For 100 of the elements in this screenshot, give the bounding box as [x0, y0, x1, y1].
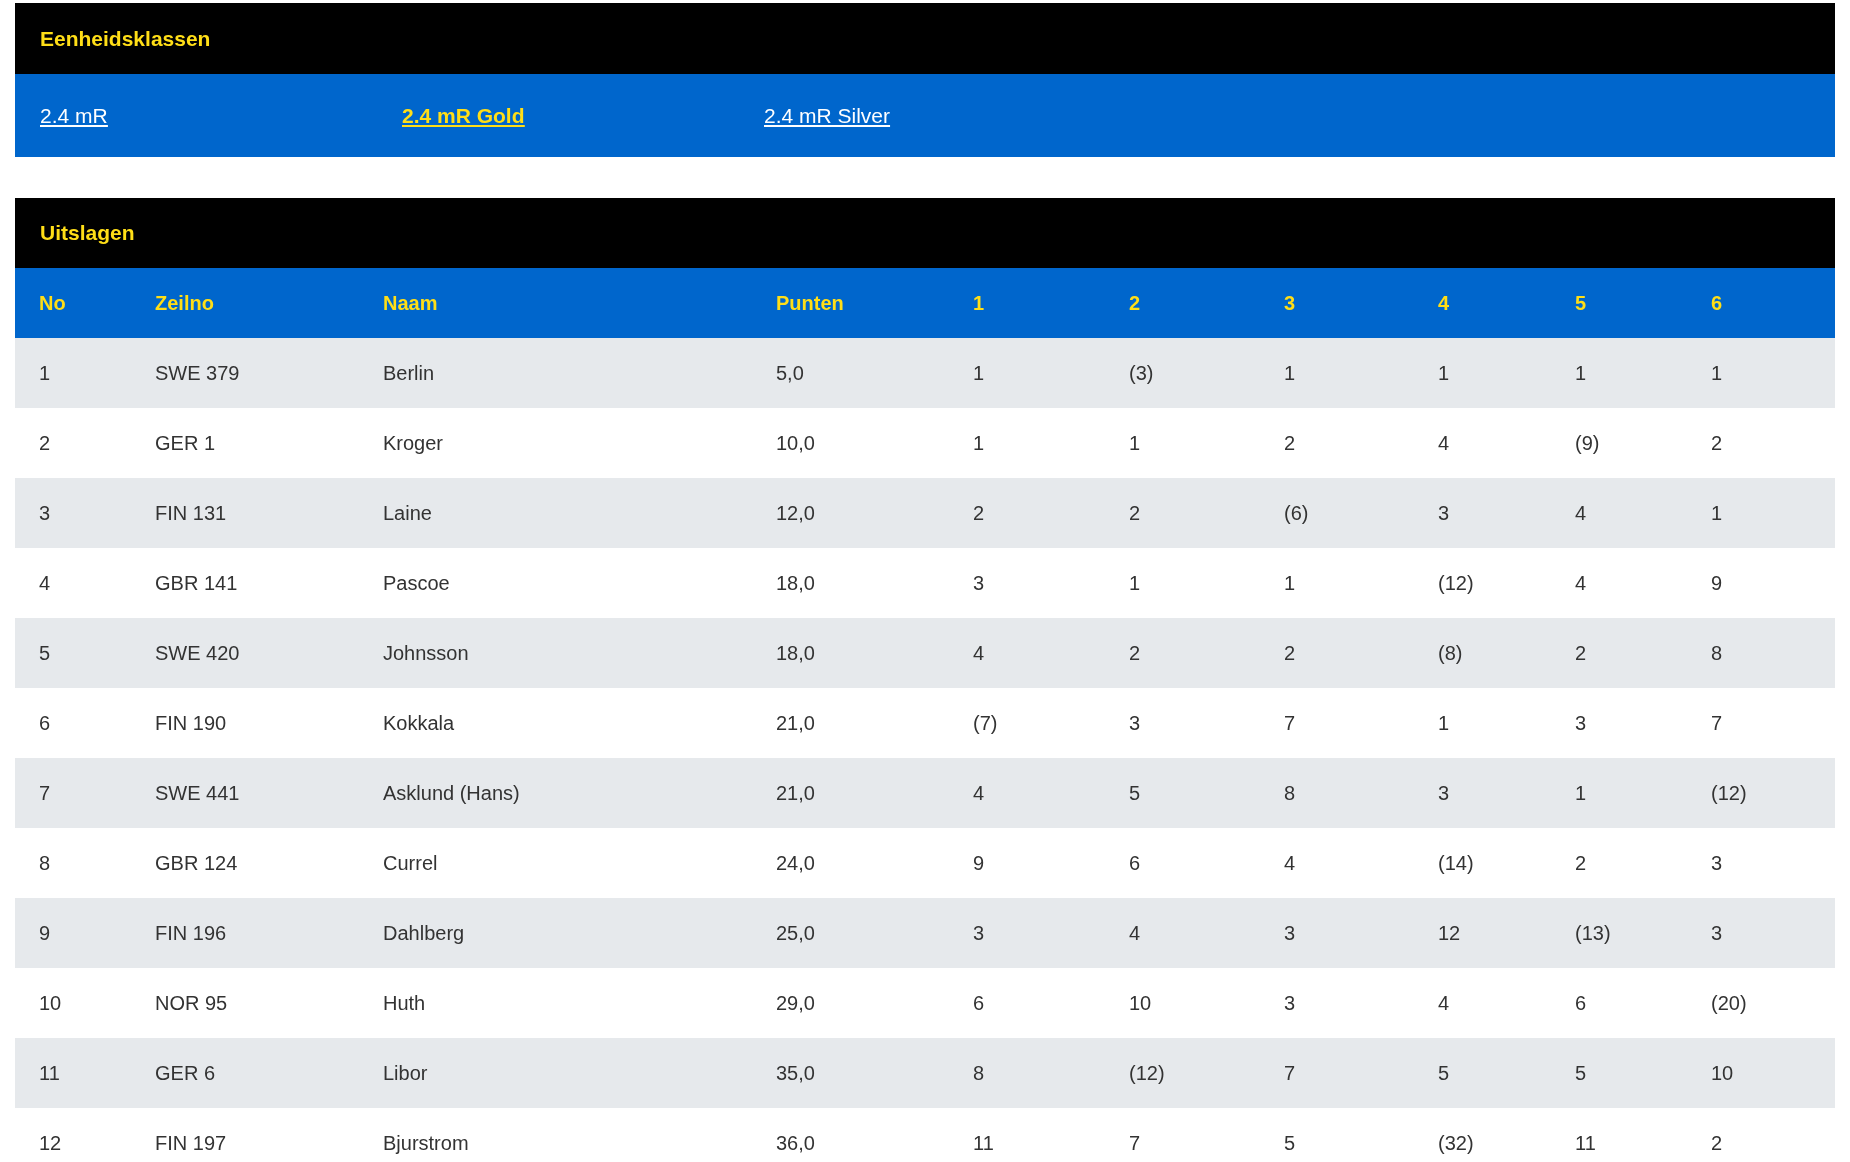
column-header: 4	[1438, 291, 1451, 316]
table-cell-text: 12	[39, 1131, 63, 1156]
table-cell-text: 5	[39, 641, 52, 666]
column-header: Punten	[776, 291, 845, 316]
table-cell-text: 21,0	[776, 711, 816, 736]
table-cell-text: GER 1	[155, 431, 217, 456]
table-cell-text: 1	[1129, 431, 1142, 456]
table-cell-text: 10	[1129, 991, 1153, 1016]
table-cell-text: SWE 420	[155, 641, 241, 666]
table-cell-text: Asklund (Hans)	[383, 781, 521, 806]
table-cell-text: 5	[1129, 781, 1142, 806]
table-cell-text: 36,0	[776, 1131, 816, 1156]
table-cell-text: (12)	[1711, 781, 1748, 806]
section-title: Eenheidsklassen	[40, 25, 211, 52]
column-header: Zeilno	[155, 291, 215, 316]
table-cell-text: 1	[1711, 501, 1724, 526]
table-cell-text: 4	[1575, 501, 1588, 526]
table-cell-text: 3	[973, 921, 986, 946]
table-cell-text: 11	[973, 1131, 995, 1156]
table-cell-text: 2	[1284, 431, 1297, 456]
table-cell-text: 4	[1438, 991, 1451, 1016]
table-cell-text: 4	[1575, 571, 1588, 596]
table-cell-text: 4	[1129, 921, 1142, 946]
table-cell-text: 24,0	[776, 851, 816, 876]
column-header: 3	[1284, 291, 1297, 316]
table-cell-text: Dahlberg	[383, 921, 466, 946]
table-cell-text: 7	[1284, 711, 1297, 736]
table-cell-text: 3	[1711, 921, 1724, 946]
table-cell-text: Berlin	[383, 361, 436, 386]
table-cell-text: (13)	[1575, 921, 1612, 946]
table-cell-text: Kokkala	[383, 711, 456, 736]
table-cell-text: 1	[1711, 361, 1724, 386]
column-header: 1	[973, 291, 986, 316]
table-cell-text: (6)	[1284, 501, 1310, 526]
table-cell-text: 1	[1575, 781, 1588, 806]
table-cell-text: 1	[1438, 361, 1451, 386]
table-cell-text: 3	[1575, 711, 1588, 736]
table-cell-text: 9	[39, 921, 52, 946]
table-cell-text: 1	[973, 431, 986, 456]
table-cell-text: 2	[1284, 641, 1297, 666]
table-cell-text: 10	[39, 991, 63, 1016]
table-cell-text: 18,0	[776, 641, 816, 666]
table-cell-text: (14)	[1438, 851, 1475, 876]
table-cell-text: 3	[1438, 781, 1451, 806]
table-cell-text: NOR 95	[155, 991, 229, 1016]
table-cell-text: 4	[1284, 851, 1297, 876]
column-header: Naam	[383, 291, 439, 316]
table-cell-text: 4	[39, 571, 52, 596]
table-cell-text: 10,0	[776, 431, 816, 456]
table-cell-text: SWE 379	[155, 361, 241, 386]
table-cell-text: 4	[973, 781, 986, 806]
table-cell-text: 5,0	[776, 361, 805, 386]
table-cell-text: 21,0	[776, 781, 816, 806]
table-cell-text: GBR 124	[155, 851, 239, 876]
class-link[interactable]: 2.4 mR Silver	[764, 99, 1126, 132]
table-cell-text: Bjurstrom	[383, 1131, 470, 1156]
table-cell-text: 6	[39, 711, 52, 736]
column-header: 2	[1129, 291, 1142, 316]
table-cell-text: 1	[1284, 361, 1297, 386]
table-cell-text: 6	[1129, 851, 1142, 876]
table-cell-text: 8	[1711, 641, 1724, 666]
table-cell-text: FIN 197	[155, 1131, 228, 1156]
table-cell-text: (3)	[1129, 361, 1155, 386]
table-cell-text: 5	[1575, 1061, 1588, 1086]
table-cell-text: 29,0	[776, 991, 816, 1016]
table-cell-text: SWE 441	[155, 781, 241, 806]
table-cell-text: Kroger	[383, 431, 445, 456]
class-link[interactable]: 2.4 mR Gold	[402, 99, 764, 132]
table-cell-text: 7	[39, 781, 52, 806]
column-header: 5	[1575, 291, 1588, 316]
table-cell-text: 7	[1129, 1131, 1142, 1156]
table-cell-text: FIN 131	[155, 501, 228, 526]
table-cell-text: 1	[973, 361, 986, 386]
table-cell-text: 2	[1129, 501, 1142, 526]
table-cell-text: 7	[1711, 711, 1724, 736]
table-cell-text: 2	[973, 501, 986, 526]
table-cell-text: 12,0	[776, 501, 816, 526]
table-cell-text: 12	[1438, 921, 1462, 946]
table-cell-text: (12)	[1129, 1061, 1166, 1086]
table-cell-text: GBR 141	[155, 571, 239, 596]
table-cell-text: 6	[1575, 991, 1588, 1016]
table-cell-text: 35,0	[776, 1061, 816, 1086]
table-cell-text: Laine	[383, 501, 433, 526]
table-cell-text: 3	[1284, 991, 1297, 1016]
table-cell-text: (8)	[1438, 641, 1464, 666]
table-cell-text: 1	[1438, 711, 1451, 736]
class-link[interactable]: 2.4 mR	[40, 99, 402, 132]
table-cell-text: Johnsson	[383, 641, 470, 666]
table-cell-text: 11	[39, 1061, 61, 1086]
table-cell-text: 3	[39, 501, 52, 526]
table-cell-text: (20)	[1711, 991, 1748, 1016]
section-title: Uitslagen	[40, 220, 135, 247]
table-cell-text: 4	[973, 641, 986, 666]
table-cell-text: 7	[1284, 1061, 1297, 1086]
table-cell-text: 2	[1129, 641, 1142, 666]
table-cell-text: 6	[973, 991, 986, 1016]
table-cell-text: 2	[39, 431, 52, 456]
table-cell-text: 3	[1284, 921, 1297, 946]
table-cell-text: 3	[973, 571, 986, 596]
table-cell-text: (12)	[1438, 571, 1475, 596]
